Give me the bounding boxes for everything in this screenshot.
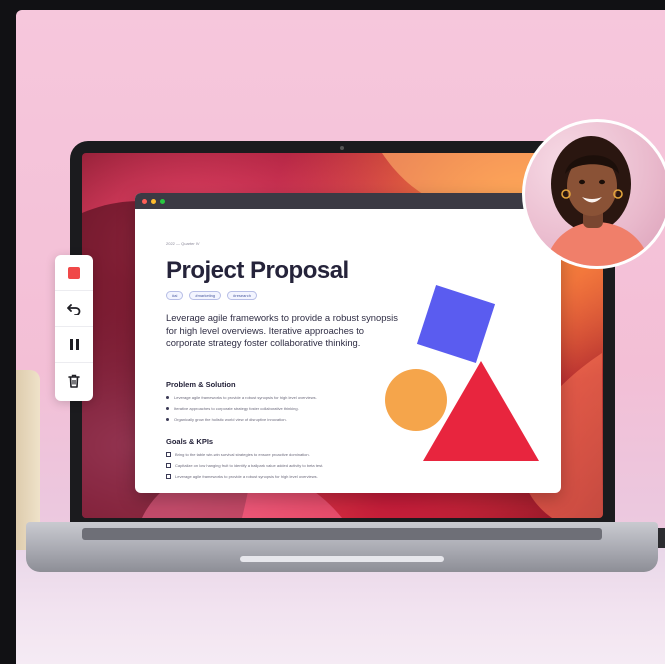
red-triangle-shape (423, 361, 539, 461)
keyboard-edge (82, 528, 602, 540)
window-titlebar (135, 193, 561, 209)
list-item: Organically grow the holistic world view… (166, 414, 317, 425)
document-intro: Leverage agile frameworks to provide a r… (166, 312, 398, 348)
problem-bullet-list: Leverage agile frameworks to provide a r… (166, 392, 317, 425)
blue-square-shape (416, 284, 496, 364)
pause-button[interactable] (55, 327, 93, 363)
delete-recording-button[interactable] (55, 363, 93, 399)
checkbox[interactable] (166, 463, 171, 468)
minimize-window-button[interactable] (151, 198, 156, 204)
tag-list: #ai #marketing #research (166, 291, 257, 300)
undo-button[interactable] (55, 291, 93, 327)
tag-chip[interactable]: #research (227, 291, 257, 300)
section-heading-goals: Goals & KPIs (166, 437, 214, 446)
trackpad-notch (240, 556, 444, 562)
tag-chip[interactable]: #ai (166, 291, 184, 300)
bullet-icon (166, 418, 169, 421)
illustration-shapes (375, 283, 555, 483)
tag-chip[interactable]: #marketing (189, 291, 222, 300)
pause-icon (69, 339, 79, 350)
maximize-window-button[interactable] (160, 198, 165, 204)
bullet-icon (166, 396, 169, 399)
undo-icon (67, 303, 81, 315)
trash-icon (68, 374, 80, 388)
close-window-button[interactable] (142, 198, 147, 204)
checklist-item[interactable]: Leverage agile frameworks to provide a r… (166, 471, 323, 482)
document-window: 2022 — Quarter IV Project Proposal #ai #… (135, 193, 561, 493)
recording-toolbar (55, 255, 93, 401)
bullet-icon (166, 407, 169, 410)
document-title: Project Proposal (166, 257, 349, 284)
list-item: Iterative approaches to corporate strate… (166, 403, 317, 414)
laptop-base (26, 522, 658, 572)
webcam-bubble[interactable] (522, 119, 665, 269)
stop-recording-button[interactable] (55, 255, 93, 291)
checkbox[interactable] (166, 474, 171, 479)
section-heading-problem: Problem & Solution (166, 380, 236, 389)
checklist-item[interactable]: Bring to the table win-win survival stra… (166, 449, 323, 460)
laptop-camera (340, 146, 344, 150)
checklist-item[interactable]: Capitalize on low hanging fruit to ident… (166, 460, 323, 471)
presenter-avatar (545, 136, 651, 266)
document-meta: 2022 — Quarter IV (166, 241, 200, 246)
goals-checklist: Bring to the table win-win survival stra… (166, 449, 323, 482)
checkbox[interactable] (166, 452, 171, 457)
stop-icon (68, 266, 80, 279)
list-item: Leverage agile frameworks to provide a r… (166, 392, 317, 403)
